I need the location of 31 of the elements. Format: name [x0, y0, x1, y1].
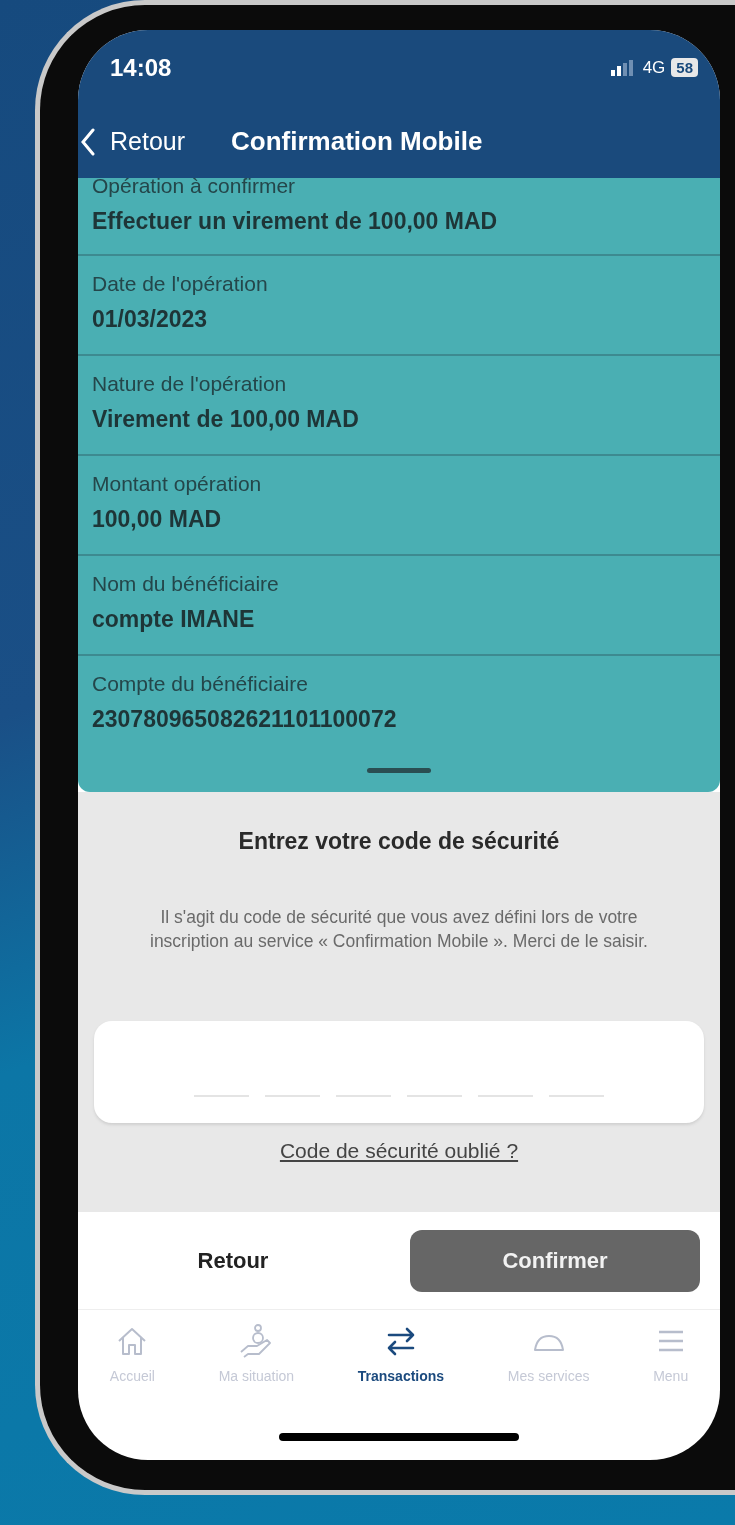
sheet-description: Il s'agit du code de sécurité que vous avez défini lors de votre inscription au service « Confirmation Mobile ». Merci de le saisir. — [149, 906, 649, 953]
hand-coin-icon — [239, 1324, 274, 1358]
detail-label: Date de l'opération — [92, 271, 269, 297]
detail-value: Virement de 100,00 MAD — [92, 405, 360, 434]
status-time: 14:08 — [110, 53, 172, 82]
detail-value: 100,00 MAD — [92, 505, 223, 534]
detail-value: compte IMANE — [92, 605, 256, 634]
tab-label: Ma situation — [218, 1368, 295, 1384]
detail-value: Effectuer un virement de 100,00 MAD — [92, 207, 499, 236]
return-button[interactable]: Retour — [108, 1229, 358, 1292]
tab-item[interactable]: Transactions — [357, 1324, 445, 1384]
drag-handle[interactable] — [367, 768, 431, 773]
back-button[interactable]: Retour — [80, 127, 186, 156]
tab-label: Menu — [653, 1368, 689, 1384]
battery-level: 58 — [671, 58, 698, 77]
tab-label: Transactions — [357, 1368, 445, 1384]
chevron-left-icon — [80, 127, 96, 156]
detail-value: 230780965082621101100072 — [92, 705, 398, 734]
detail-label: Nature de l'opération — [92, 371, 288, 397]
tab-label: Accueil — [109, 1368, 155, 1384]
detail-label: Opération à confirmer — [92, 173, 297, 199]
sheet-title: Entrez votre code de sécurité — [238, 828, 560, 855]
screen-title: Confirmation Mobile — [231, 126, 483, 157]
detail-label: Compte du bénéficiaire — [92, 671, 309, 697]
tab-label: Mes services — [507, 1368, 590, 1384]
forgot-code-link[interactable]: Code de sécurité oublié ? — [279, 1139, 519, 1163]
detail-label: Nom du bénéficiaire — [92, 571, 280, 597]
code-input-field[interactable] — [94, 1021, 704, 1123]
detail-value: 01/03/2023 — [92, 305, 209, 334]
detail-label: Montant opération — [92, 471, 263, 497]
network-label: 4G — [642, 57, 666, 78]
